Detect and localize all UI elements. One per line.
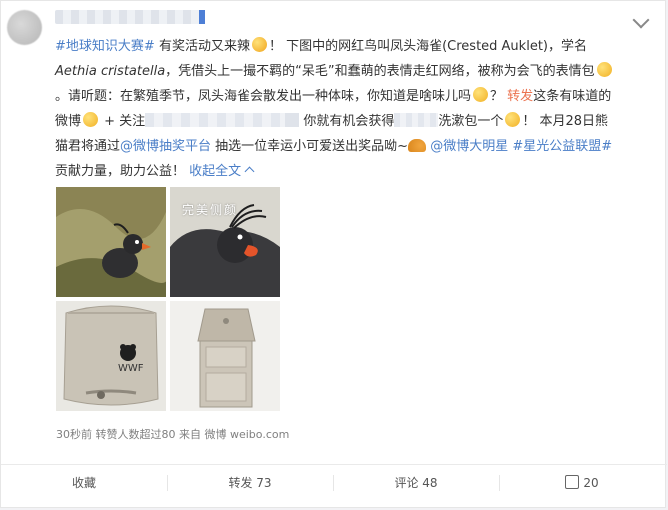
repost-link[interactable]: 转发 bbox=[507, 89, 533, 104]
post-line-6: 贡献力量，助力公益！ 收起全文 bbox=[55, 159, 655, 184]
like-button[interactable]: 20 bbox=[499, 465, 665, 501]
action-bar: 收藏 转发 73 评论 48 20 bbox=[1, 464, 667, 501]
topic-link[interactable]: #地球知识大赛# bbox=[55, 39, 155, 54]
post-text-segment: 微博 bbox=[55, 114, 82, 129]
grin-emoji-icon bbox=[83, 112, 99, 127]
post-line-4: 微博 + 关注 你就有机会获得 洗漱包一个 ！ 本月28日熊 bbox=[55, 109, 655, 134]
post-text: #地球知识大赛# 有奖活动又来辣 ！ 下图中的网红鸟叫凤头海雀(Crested A… bbox=[55, 34, 655, 184]
auklet-photo-rock[interactable] bbox=[56, 187, 166, 297]
post-text-segment: 猫君将通过 bbox=[55, 139, 121, 154]
weibo-post-card: #地球知识大赛# 有奖活动又来辣 ！ 下图中的网红鸟叫凤头海雀(Crested A… bbox=[0, 0, 667, 508]
post-text-segment: 。请听题：在繁殖季节，凤头海雀会散发出一种体味，你知道是啥味儿吗 bbox=[55, 89, 472, 104]
post-text-segment: 抽选一位幸运小可爱送出奖品呦~ bbox=[211, 139, 409, 154]
surprised-emoji-icon bbox=[505, 112, 521, 127]
chevron-down-icon[interactable] bbox=[632, 11, 650, 29]
snail-emoji-icon bbox=[408, 139, 427, 152]
blurred-badge bbox=[285, 113, 300, 127]
tongue-emoji-icon bbox=[251, 37, 267, 52]
toiletry-bag-front-photo[interactable]: WWF bbox=[56, 301, 166, 411]
repost-label: 转发 73 bbox=[228, 476, 272, 490]
lottery-platform-link[interactable]: @微博抽奖平台 bbox=[120, 139, 211, 154]
post-text-segment: 这条有味道的 bbox=[533, 89, 612, 104]
post-line-5: 猫君将通过@微博抽奖平台 抽选一位幸运小可爱送出奖品呦~ @微博大明星 #星光公… bbox=[55, 134, 655, 159]
repost-button[interactable]: 转发 73 bbox=[167, 465, 333, 501]
post-text-segment: + 关注 bbox=[100, 114, 146, 129]
post-text-segment: ！ 下图中的网红鸟叫凤头海雀(Crested Auklet)，学名 bbox=[268, 39, 587, 54]
post-text-segment: ？ bbox=[490, 89, 504, 104]
alliance-topic-link[interactable]: #星光公益联盟# bbox=[512, 139, 612, 154]
svg-text:WWF: WWF bbox=[118, 363, 144, 374]
post-meta: 30秒前 转赞人数超过80 来自 微博 weibo.com bbox=[56, 428, 290, 441]
collapse-link[interactable]: 收起全文 bbox=[189, 164, 255, 179]
open-bag-illustration bbox=[170, 301, 280, 411]
chevron-up-icon bbox=[244, 166, 255, 177]
auklet-on-rock-illustration bbox=[56, 187, 166, 297]
avatar[interactable] bbox=[7, 10, 42, 45]
post-line-3: 。请听题：在繁殖季节，凤头海雀会散发出一种体味，你知道是啥味儿吗 ？ 转发这条有味… bbox=[55, 84, 655, 109]
comment-button[interactable]: 评论 48 bbox=[333, 465, 499, 501]
toiletry-bag-open-photo[interactable] bbox=[170, 301, 280, 411]
weibo-star-link[interactable]: @微博大明星 bbox=[430, 139, 508, 154]
dog-emoji-icon bbox=[596, 62, 612, 77]
post-line-2: Aethia cristatella，凭借头上一撮不羁的“呆毛”和蠢萌的表情走红… bbox=[55, 59, 655, 84]
image-grid: 完美侧颜 WWF bbox=[56, 187, 281, 415]
comment-label: 评论 48 bbox=[394, 476, 438, 490]
favorite-label: 收藏 bbox=[71, 476, 96, 490]
post-text-segment: 洗漱包一个 bbox=[438, 114, 504, 129]
auklet-photo-profile[interactable]: 完美侧颜 bbox=[170, 187, 280, 297]
blurred-username[interactable] bbox=[55, 10, 205, 24]
toiletry-bag-illustration: WWF bbox=[56, 301, 166, 411]
post-text-segment: 你就有机会获得 bbox=[299, 114, 395, 129]
post-line-1: #地球知识大赛# 有奖活动又来辣 ！ 下图中的网红鸟叫凤头海雀(Crested A… bbox=[55, 34, 655, 59]
blurred-mention bbox=[145, 113, 286, 127]
scientific-name: Aethia cristatella bbox=[55, 64, 166, 79]
post-text-segment: ，凭借头上一撮不羁的“呆毛”和蠢萌的表情走红网络，被称为会飞的表情包 bbox=[165, 64, 595, 79]
thumbs-up-icon bbox=[565, 475, 580, 489]
thinking-emoji-icon bbox=[473, 87, 489, 102]
post-text-segment: 贡献力量，助力公益！ bbox=[55, 164, 186, 179]
like-count: 20 bbox=[583, 476, 599, 490]
verified-badge bbox=[199, 10, 205, 24]
favorite-button[interactable]: 收藏 bbox=[1, 465, 167, 501]
post-text-segment: ！ 本月28日熊 bbox=[522, 114, 609, 129]
post-text-segment: 有奖活动又来辣 bbox=[158, 39, 250, 54]
blurred-brand bbox=[394, 113, 439, 127]
collapse-label: 收起全文 bbox=[189, 164, 242, 179]
image-caption: 完美侧颜 bbox=[182, 203, 239, 217]
